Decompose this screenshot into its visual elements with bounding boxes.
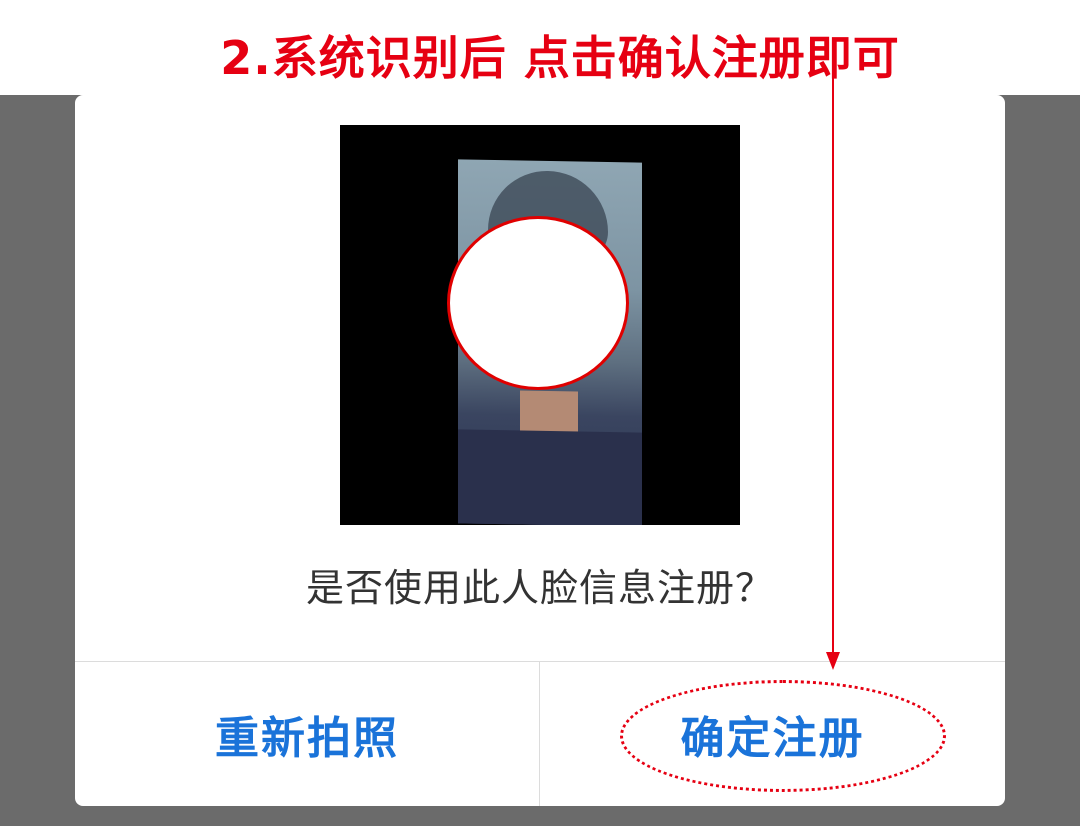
- confirm-question: 是否使用此人脸信息注册？: [305, 566, 774, 610]
- confirm-button-highlight: [620, 680, 946, 792]
- face-privacy-mask: [447, 216, 629, 390]
- retake-photo-button[interactable]: 重新拍照: [75, 662, 539, 806]
- captured-face-photo: [340, 125, 740, 525]
- portrait-shirt: [458, 429, 642, 525]
- annotation-arrow-head-icon: [826, 652, 840, 670]
- annotation-arrow-line: [832, 76, 834, 666]
- instruction-annotation: 2.系统识别后 点击确认注册即可: [220, 31, 900, 85]
